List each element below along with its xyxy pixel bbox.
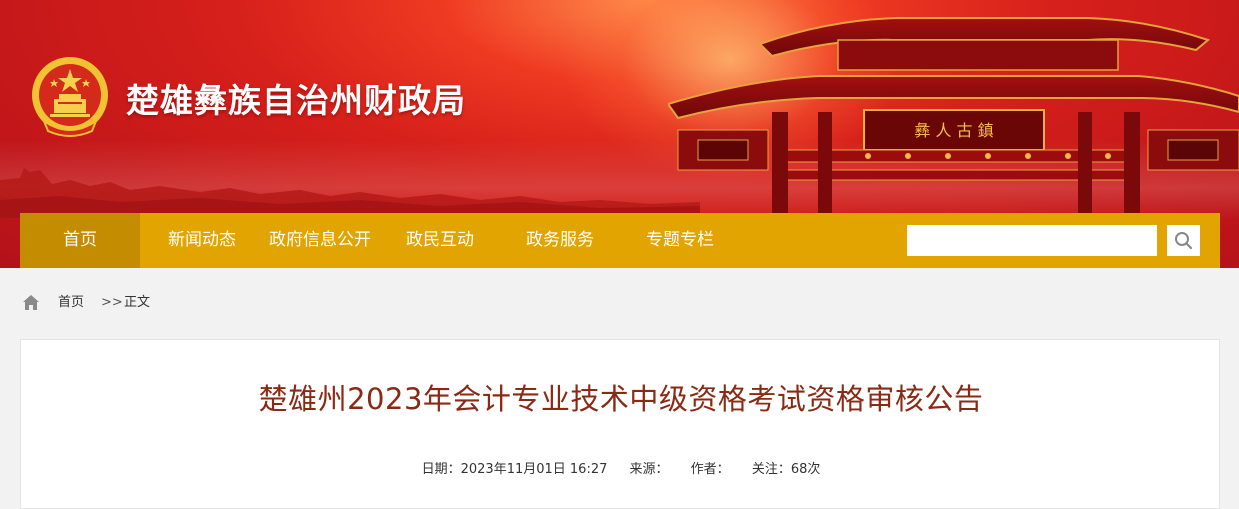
- search-button[interactable]: [1167, 225, 1200, 256]
- breadcrumb-separator: >>: [101, 295, 123, 310]
- article-meta: 日期：2023年11月01日 16:27 来源： 作者： 关注：68次: [21, 458, 1221, 477]
- article-author: 作者：: [690, 462, 730, 477]
- search-input[interactable]: [907, 225, 1157, 256]
- national-emblem: [32, 57, 108, 137]
- article-views: 关注：68次: [751, 462, 821, 477]
- nav-item-interaction[interactable]: 政民互动: [390, 213, 490, 268]
- site-title: 楚雄彝族自治州财政局: [126, 81, 466, 120]
- nav-item-services[interactable]: 政务服务: [510, 213, 610, 268]
- main-nav: 首页 新闻动态 政府信息公开 政民互动 政务服务 专题专栏: [20, 213, 1220, 268]
- nav-item-gov-info[interactable]: 政府信息公开: [260, 213, 380, 268]
- breadcrumb-home-link[interactable]: 首页: [58, 290, 84, 316]
- article-date: 日期：2023年11月01日 16:27: [421, 462, 608, 477]
- nav-item-topics[interactable]: 专题专栏: [630, 213, 730, 268]
- svg-text:彝 人 古 鎮: 彝 人 古 鎮: [914, 121, 993, 140]
- home-icon: [23, 295, 39, 310]
- article-source: 来源：: [629, 462, 669, 477]
- article-card: 楚雄州2023年会计专业技术中级资格考试资格审核公告 日期：2023年11月01…: [20, 339, 1220, 509]
- memorial-archway-illustration: 彝 人 古 鎮: [668, 17, 1239, 214]
- nav-item-home[interactable]: 首页: [20, 213, 140, 268]
- city-skyline-decoration: [0, 168, 700, 218]
- nav-item-news[interactable]: 新闻动态: [152, 213, 252, 268]
- article-title: 楚雄州2023年会计专业技术中级资格考试资格审核公告: [258, 382, 984, 416]
- search-icon: [1175, 232, 1193, 250]
- breadcrumb-current: 正文: [124, 295, 151, 310]
